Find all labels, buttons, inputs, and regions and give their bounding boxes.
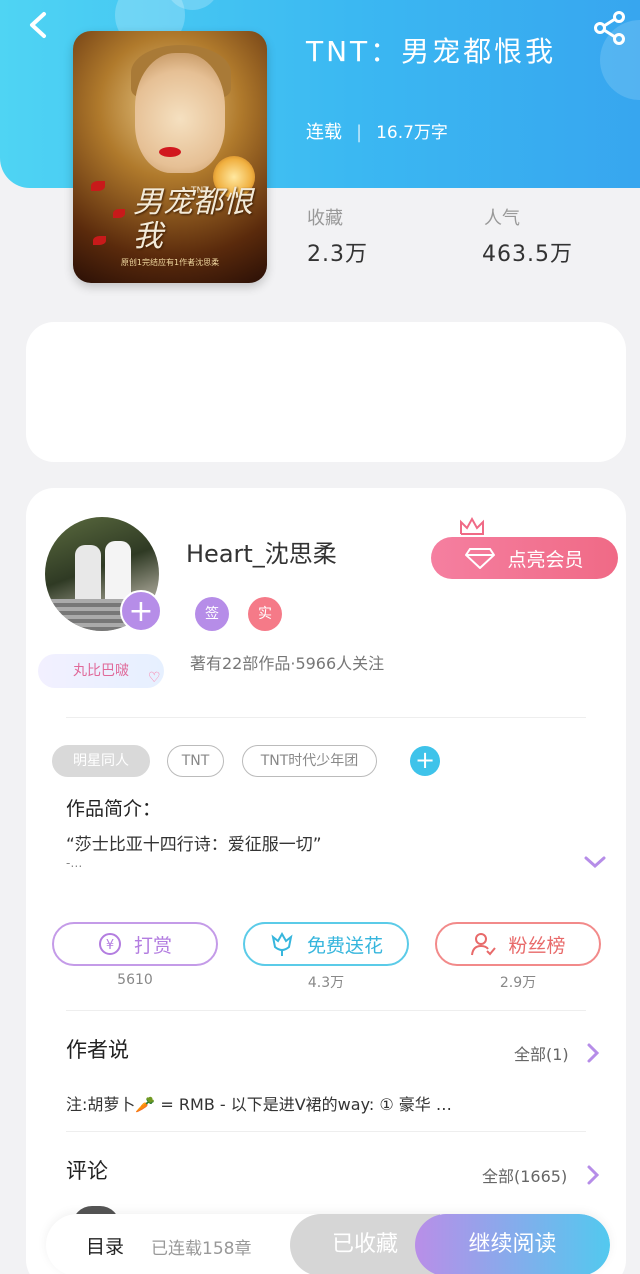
fan-rank-label: 粉丝榜 [508,934,566,957]
cover-face [135,53,225,173]
flower-count: 4.3万 [307,975,345,991]
intro-ellipsis: -… [66,856,83,870]
svg-text:¥: ¥ [106,938,114,953]
popularity-label: 人气 [484,208,520,229]
cover-petal [93,236,106,245]
chevron-down-icon[interactable] [583,852,607,872]
word-count: 16.7万字 [376,123,448,143]
author-says-title: 作者说 [66,1038,129,1062]
book-title: TNT：男宠都恨我 [306,35,557,68]
intro-title: 作品简介： [66,798,162,820]
divider [66,1131,586,1132]
fan-rank-button[interactable]: 粉丝榜 [435,922,601,966]
author-note[interactable]: 注:胡萝卜🥕 = RMB - 以下是进V裙的way: ① 豪华 … [66,1091,452,1115]
tip-button[interactable]: ¥ 打赏 [52,922,218,966]
heart-icon: ♡ [148,670,161,686]
cover-title: 男宠都恨我 [133,185,253,254]
continue-reading-button[interactable]: 继续阅读 [415,1214,610,1274]
fan-rank-icon [471,933,497,956]
chevron-right-icon[interactable] [586,1042,600,1064]
cover-petal [91,181,105,191]
back-icon[interactable] [24,10,54,40]
genre-tag[interactable]: TNT时代少年团 [242,745,377,777]
add-tag-button[interactable]: + [410,746,440,776]
genre-tag[interactable]: TNT [167,745,224,777]
author-name[interactable]: Heart_沈思柔 [186,534,337,569]
comments-title: 评论 [66,1159,108,1183]
vip-button-label: 点亮会员 [507,548,584,571]
verified-badge: 实 [248,597,282,631]
favorites-label: 收藏 [307,208,343,229]
status-separator: | [356,122,363,143]
favorites-value: 2.3万 [307,242,368,267]
cover-petal [113,209,125,218]
crown-icon [458,516,486,538]
send-flower-label: 免费送花 [306,934,383,957]
yen-icon: ¥ [98,933,121,955]
empty-card [26,322,626,462]
avatar-tag: 丸比巴啵 [38,654,164,688]
popularity-value: 463.5万 [482,242,573,267]
vip-activate-button[interactable]: 点亮会员 [431,537,618,579]
table-of-contents-button[interactable]: 目录 [86,1232,124,1259]
chapter-count: 已连载158章 [151,1239,252,1259]
divider [66,717,586,718]
fan-rank-count: 2.9万 [499,975,537,991]
follow-author-plus-icon[interactable]: + [120,590,162,632]
cover-subtitle: 原创1完结应有1作者沈思柔 [120,258,220,267]
genre-tag[interactable]: 明星同人 [52,745,150,777]
author-stats: 著有22部作品·5966人关注 [190,654,385,673]
book-status-row: 连载 | 16.7万字 [306,118,448,144]
tip-label: 打赏 [133,934,172,957]
serial-status: 连载 [306,122,342,143]
bottom-bar: 目录 已连载158章 已收藏 继续阅读 [46,1214,610,1274]
diamond-icon [465,548,496,569]
comments-all-link[interactable]: 全部(1665) [482,1163,567,1187]
author-says-all-link[interactable]: 全部(1) [514,1041,569,1065]
share-icon[interactable] [592,10,628,46]
tip-count: 5610 [117,972,153,988]
flower-icon [271,931,293,956]
intro-text: “莎士比亚十四行诗：爱征服一切” [66,835,322,855]
send-flower-button[interactable]: 免费送花 [243,922,409,966]
book-cover[interactable]: TNT 男宠都恨我 原创1完结应有1作者沈思柔 [73,31,267,283]
signed-badge: 签 [195,597,229,631]
chevron-right-icon[interactable] [586,1164,600,1186]
divider [66,1010,586,1011]
cover-lips [159,147,181,157]
